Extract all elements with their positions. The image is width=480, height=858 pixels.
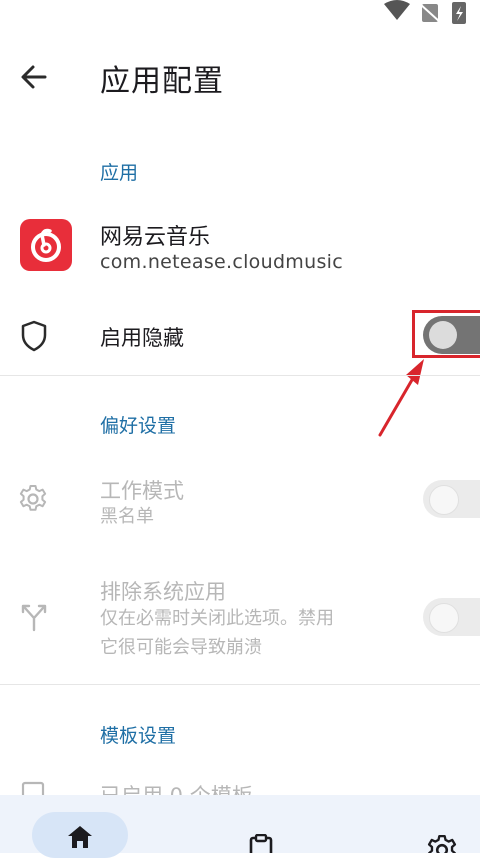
divider	[0, 684, 480, 685]
switch-knob	[429, 485, 459, 515]
work-mode-switch[interactable]	[423, 480, 480, 518]
app-name: 网易云音乐	[100, 225, 211, 250]
back-button[interactable]	[14, 58, 54, 98]
home-icon	[68, 826, 92, 848]
templates-row[interactable]: 已启用 0 个模板	[0, 770, 480, 795]
exclude-system-apps-desc-2: 它很可能会导致崩溃	[100, 637, 262, 658]
work-mode-label: 工作模式	[100, 479, 184, 503]
no-sim-icon	[419, 3, 441, 23]
exclude-system-apps-row[interactable]: 排除系统应用 仅在必需时关闭此选项。禁用 它很可能会导致崩溃	[0, 570, 480, 670]
settings-icon	[427, 834, 457, 853]
exclude-system-apps-desc-1: 仅在必需时关闭此选项。禁用	[100, 608, 334, 629]
shield-icon	[21, 320, 47, 352]
divider	[0, 375, 480, 376]
clipboard-icon	[249, 834, 273, 853]
netease-cloud-music-logo-icon	[31, 228, 61, 262]
netease-music-app-icon	[20, 219, 72, 271]
back-arrow-icon	[21, 65, 47, 89]
section-header-app: 应用	[100, 162, 139, 184]
section-header-preferences: 偏好设置	[100, 415, 177, 437]
work-mode-value: 黑名单	[100, 506, 154, 527]
nav-item-home[interactable]	[32, 812, 128, 858]
fork-arrows-icon	[21, 604, 47, 632]
section-header-templates: 模板设置	[100, 725, 177, 747]
status-bar	[340, 0, 480, 26]
exclude-system-apps-label: 排除系统应用	[100, 580, 226, 604]
page-title: 应用配置	[100, 64, 224, 99]
switch-knob	[429, 603, 459, 633]
app-package-name: com.netease.cloudmusic	[100, 251, 343, 273]
work-mode-row[interactable]: 工作模式 黑名单	[0, 466, 480, 536]
nav-item-templates[interactable]	[232, 826, 292, 853]
wifi-icon	[384, 0, 410, 20]
annotation-highlight-box	[412, 310, 480, 358]
battery-icon	[452, 2, 466, 24]
gear-icon	[19, 485, 47, 511]
clipboard-icon	[21, 781, 45, 795]
enable-hide-label: 启用隐藏	[100, 326, 184, 350]
templates-enabled-label: 已启用 0 个模板	[100, 780, 253, 795]
annotation-arrow	[378, 359, 424, 437]
nav-item-settings[interactable]	[414, 826, 474, 853]
status-icons	[384, 0, 466, 24]
exclude-system-apps-switch[interactable]	[423, 598, 480, 636]
